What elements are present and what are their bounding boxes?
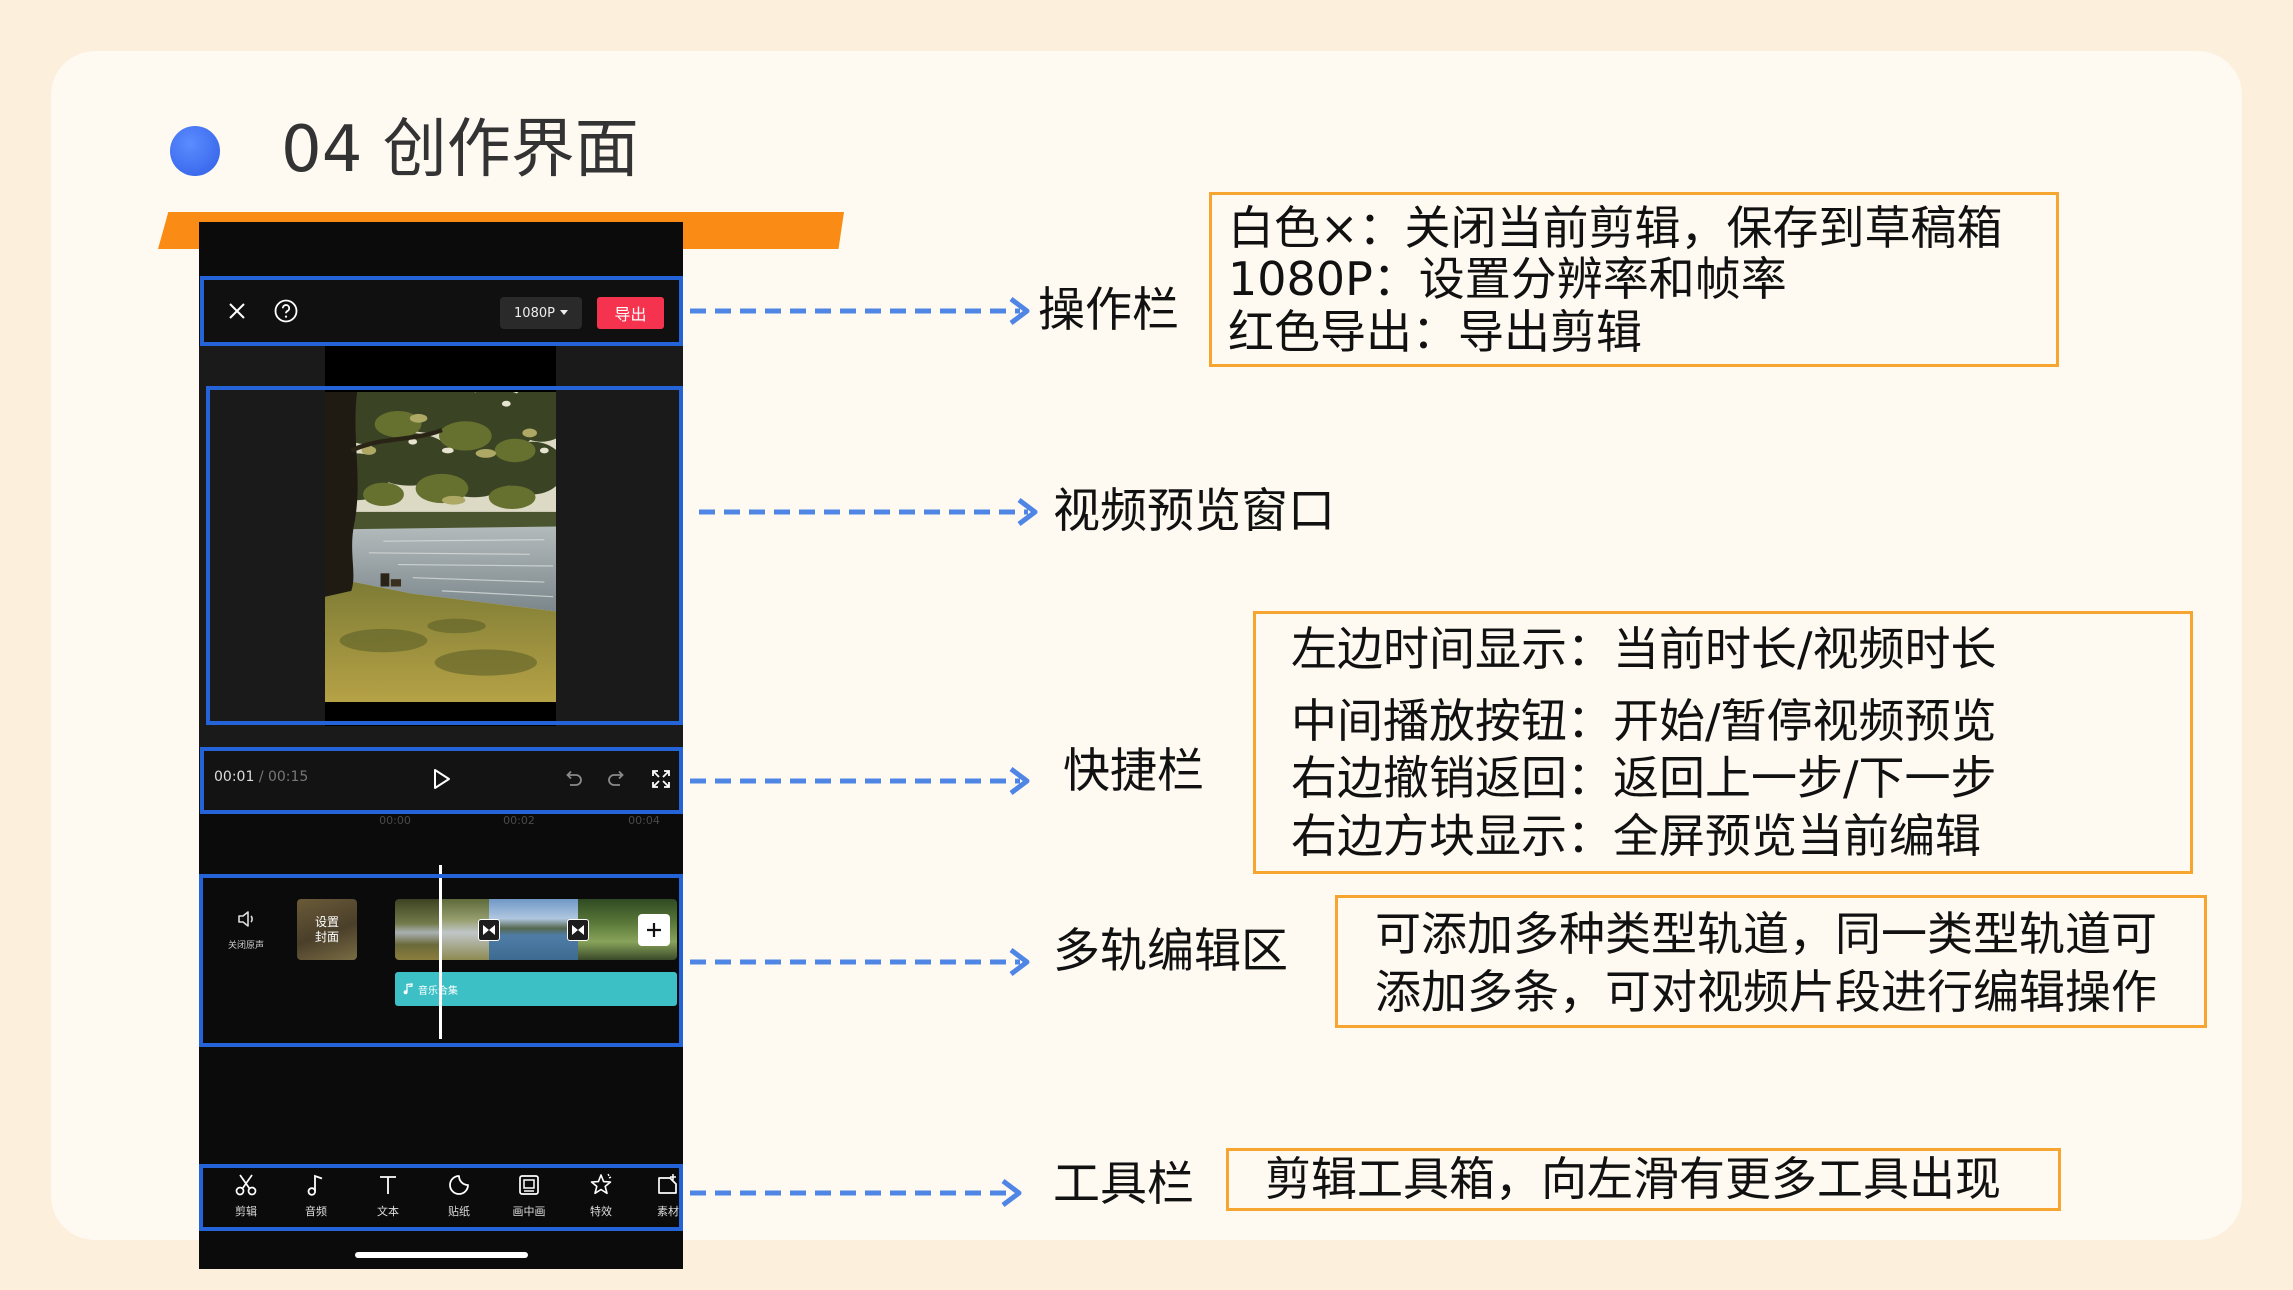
ruler-label: 00:02 <box>503 814 535 827</box>
note-box-tracks: 可添加多种类型轨道，同一类型轨道可 添加多条，可对视频片段进行编辑操作 <box>1335 895 2207 1028</box>
highlight-box-tracks <box>199 874 683 1047</box>
label-tracks: 多轨编辑区 <box>1053 924 1288 979</box>
title-bullet-dot <box>170 126 220 176</box>
highlight-box-operation-bar <box>200 276 683 346</box>
label-preview-window: 视频预览窗口 <box>1053 484 1335 539</box>
note-box-operation-bar: 白色×：关闭当前剪辑，保存到草稿箱 1080P：设置分辨率和帧率 红色导出：导出… <box>1209 192 2059 367</box>
note-box-toolbar: 剪辑工具箱，向左滑有更多工具出现 <box>1226 1148 2061 1211</box>
ruler-label: 00:00 <box>379 814 411 827</box>
note-line: 左边时间显示：当前时长/视频时长 <box>1291 622 1997 676</box>
note-line: 剪辑工具箱，向左滑有更多工具出现 <box>1265 1152 2001 1206</box>
highlight-box-quick-bar <box>200 747 683 814</box>
note-line: 红色导出：导出剪辑 <box>1228 305 1642 359</box>
note-line: 白色×：关闭当前剪辑，保存到草稿箱 <box>1228 201 2003 255</box>
note-line: 右边方块显示：全屏预览当前编辑 <box>1291 809 1981 863</box>
phone-screenshot: 1080P 导出 00:01 / 00:15 00:00 00:02 00:04… <box>199 222 683 1269</box>
label-operation-bar: 操作栏 <box>1038 283 1179 338</box>
highlight-box-preview <box>206 386 683 725</box>
note-line: 中间播放按钮：开始/暂停视频预览 <box>1291 694 1997 748</box>
home-indicator <box>355 1252 528 1258</box>
highlight-box-toolbar <box>199 1164 683 1231</box>
label-toolbar: 工具栏 <box>1053 1157 1194 1212</box>
note-line: 右边撤销返回：返回上一步/下一步 <box>1291 751 1997 805</box>
note-line: 1080P：设置分辨率和帧率 <box>1228 252 1787 306</box>
ruler-label: 00:04 <box>628 814 660 827</box>
slide-title: 04 创作界面 <box>281 113 639 187</box>
note-box-quick-bar: 左边时间显示：当前时长/视频时长 中间播放按钮：开始/暂停视频预览 右边撤销返回… <box>1253 611 2193 874</box>
note-line: 可添加多种类型轨道，同一类型轨道可 <box>1375 907 2157 961</box>
label-quick-bar: 快捷栏 <box>1063 744 1204 799</box>
note-line: 添加多条，可对视频片段进行编辑操作 <box>1375 965 2157 1019</box>
